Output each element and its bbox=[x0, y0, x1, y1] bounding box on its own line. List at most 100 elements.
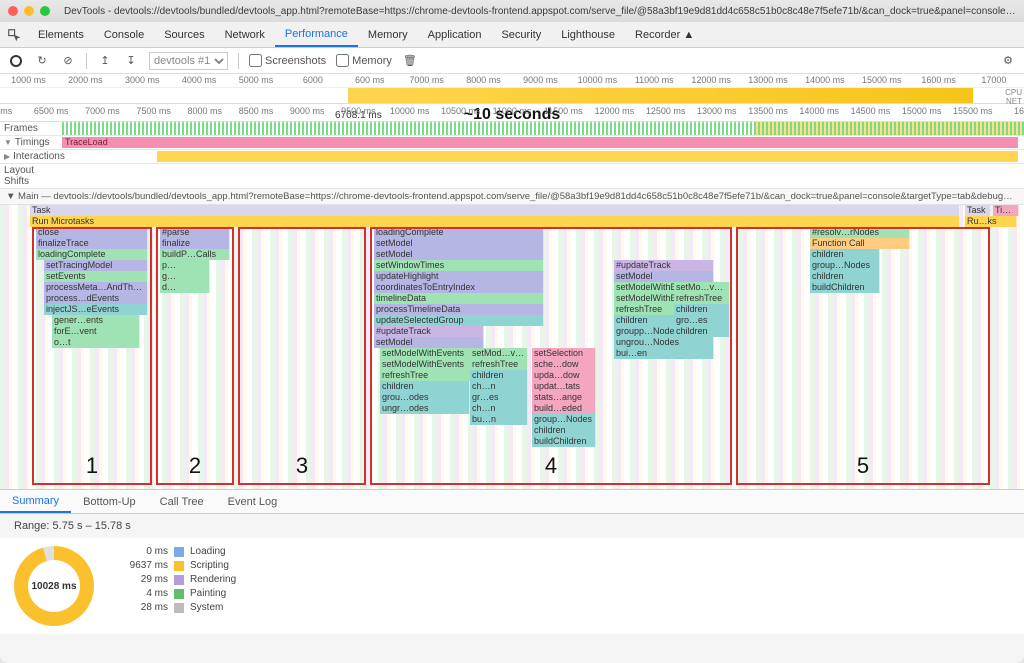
overview-strip[interactable]: 1000 ms2000 ms3000 ms4000 ms5000 ms60006… bbox=[0, 74, 1024, 104]
tab-performance[interactable]: Performance bbox=[275, 22, 358, 47]
session-select[interactable]: devtools #1 bbox=[149, 52, 228, 70]
flame-chart[interactable]: TaskTaskTi…edRun MicrotasksRu…ksclosefin… bbox=[0, 205, 1024, 490]
flame-entry[interactable]: refreshTree bbox=[674, 293, 730, 304]
flame-entry[interactable]: Run Microtasks bbox=[30, 216, 960, 227]
flame-entry[interactable]: buildChildren bbox=[532, 436, 596, 447]
flame-entry[interactable]: setModel bbox=[374, 249, 544, 260]
flame-entry[interactable]: children bbox=[380, 381, 470, 392]
download-profile-icon[interactable]: ↧ bbox=[123, 53, 139, 69]
flame-entry[interactable]: setModel bbox=[614, 271, 714, 282]
flame-entry[interactable]: group…Nodes bbox=[532, 414, 596, 425]
tab-memory[interactable]: Memory bbox=[358, 22, 418, 47]
flame-entry[interactable]: gr…es bbox=[470, 392, 528, 403]
flame-entry[interactable]: refreshTree bbox=[470, 359, 528, 370]
flame-entry[interactable]: loadingComplete bbox=[374, 227, 544, 238]
flame-entry[interactable]: ungr…odes bbox=[380, 403, 470, 414]
flame-entry[interactable]: forE…vent bbox=[52, 326, 140, 337]
flame-entry[interactable]: p… bbox=[160, 260, 210, 271]
flame-entry[interactable]: upda…dow bbox=[532, 370, 596, 381]
overview-cpu-bar[interactable]: CPU NET bbox=[0, 88, 1024, 103]
flame-entry[interactable]: group…Nodes bbox=[810, 260, 880, 271]
clear-icon[interactable]: ⊘ bbox=[60, 53, 76, 69]
detail-tab-summary[interactable]: Summary bbox=[0, 490, 71, 513]
flame-entry[interactable]: children bbox=[810, 249, 880, 260]
tab-lighthouse[interactable]: Lighthouse bbox=[551, 22, 625, 47]
flame-entry[interactable]: Ru…ks bbox=[965, 216, 1017, 227]
track-layout-shifts[interactable]: Layout Shifts bbox=[0, 164, 1024, 189]
flame-entry[interactable]: Task bbox=[30, 205, 960, 216]
tab-recorder-[interactable]: Recorder ▲ bbox=[625, 22, 704, 47]
flame-entry[interactable]: finalize bbox=[160, 238, 230, 249]
track-interactions[interactable]: ▶Interactions bbox=[0, 150, 1024, 164]
timing-traceload[interactable]: TraceLoad bbox=[62, 137, 1018, 148]
flame-entry[interactable]: processMeta…AndThreads bbox=[44, 282, 148, 293]
tab-elements[interactable]: Elements bbox=[28, 22, 94, 47]
flame-entry[interactable]: gener…ents bbox=[52, 315, 140, 326]
flame-entry[interactable]: build…eded bbox=[532, 403, 596, 414]
flame-entry[interactable]: children bbox=[810, 271, 880, 282]
flame-entry[interactable]: sche…dow bbox=[532, 359, 596, 370]
collect-garbage-icon[interactable]: 🗑 bbox=[402, 53, 418, 69]
flame-entry[interactable]: bu…n bbox=[470, 414, 528, 425]
memory-checkbox[interactable]: Memory bbox=[336, 54, 392, 67]
flame-entry[interactable]: Task bbox=[965, 205, 991, 216]
flame-entry[interactable]: children bbox=[674, 326, 730, 337]
flame-entry[interactable]: setSelection bbox=[532, 348, 596, 359]
flame-entry[interactable]: gro…es bbox=[674, 315, 730, 326]
flame-entry[interactable]: Function Call bbox=[810, 238, 910, 249]
flame-entry[interactable]: #parse bbox=[160, 227, 230, 238]
flame-entry[interactable]: grou…odes bbox=[380, 392, 470, 403]
flame-entry[interactable]: setWindowTimes bbox=[374, 260, 544, 271]
flame-entry[interactable]: ch…n bbox=[470, 403, 528, 414]
track-frames[interactable]: Frames bbox=[0, 122, 1024, 136]
flame-entry[interactable]: buildChildren bbox=[810, 282, 880, 293]
timeline-ruler[interactable]: 6708.1 ms ~10 seconds 00 ms6500 ms7000 m… bbox=[0, 104, 1024, 122]
tab-sources[interactable]: Sources bbox=[154, 22, 214, 47]
detail-tab-bottom-up[interactable]: Bottom-Up bbox=[71, 490, 148, 513]
flame-entry[interactable]: #updateTrack bbox=[614, 260, 714, 271]
flame-entry[interactable]: close bbox=[36, 227, 148, 238]
close-window-icon[interactable] bbox=[8, 6, 18, 16]
flame-entry[interactable]: setTracingModel bbox=[44, 260, 148, 271]
detail-tab-event-log[interactable]: Event Log bbox=[216, 490, 290, 513]
flame-entry[interactable]: process…dEvents bbox=[44, 293, 148, 304]
tab-network[interactable]: Network bbox=[215, 22, 275, 47]
flame-entry[interactable]: setMod…vents bbox=[470, 348, 528, 359]
interaction-bar[interactable] bbox=[157, 151, 1018, 162]
flame-entry[interactable]: setModel bbox=[374, 337, 484, 348]
flame-entry[interactable]: stats…ange bbox=[532, 392, 596, 403]
main-thread-header[interactable]: ▼ Main — devtools://devtools/bundled/dev… bbox=[0, 189, 1024, 205]
flame-entry[interactable]: ungrou…Nodes bbox=[614, 337, 714, 348]
flame-entry[interactable]: timelineData bbox=[374, 293, 544, 304]
flame-entry[interactable]: updateSelectedGroup bbox=[374, 315, 544, 326]
flame-entry[interactable]: injectJS…eEvents bbox=[44, 304, 148, 315]
flame-entry[interactable]: finalizeTrace bbox=[36, 238, 148, 249]
maximize-window-icon[interactable] bbox=[40, 6, 50, 16]
flame-entry[interactable]: children bbox=[470, 370, 528, 381]
flame-entry[interactable]: processTimelineData bbox=[374, 304, 544, 315]
track-timings[interactable]: ▼Timings TraceLoad bbox=[0, 136, 1024, 150]
flame-entry[interactable]: setModel bbox=[374, 238, 544, 249]
reload-record-icon[interactable]: ↻ bbox=[34, 53, 50, 69]
flame-entry[interactable]: loadingComplete bbox=[36, 249, 148, 260]
flame-entry[interactable]: bui…en bbox=[614, 348, 714, 359]
flame-entry[interactable]: coordinatesToEntryIndex bbox=[374, 282, 544, 293]
flame-entry[interactable]: children bbox=[532, 425, 596, 436]
flame-entry[interactable]: updateHighlight bbox=[374, 271, 544, 282]
tab-security[interactable]: Security bbox=[491, 22, 551, 47]
flame-entry[interactable]: updat…tats bbox=[532, 381, 596, 392]
flame-entry[interactable]: Ti…ed bbox=[993, 205, 1019, 216]
tab-application[interactable]: Application bbox=[418, 22, 492, 47]
flame-entry[interactable]: setEvents bbox=[44, 271, 148, 282]
inspect-element-icon[interactable] bbox=[0, 22, 28, 47]
upload-profile-icon[interactable]: ↥ bbox=[97, 53, 113, 69]
flame-entry[interactable]: o…t bbox=[52, 337, 140, 348]
flame-entry[interactable]: ch…n bbox=[470, 381, 528, 392]
flame-entry[interactable]: #resolv…rNodes bbox=[810, 227, 910, 238]
flame-entry[interactable]: g… bbox=[160, 271, 210, 282]
screenshots-checkbox[interactable]: Screenshots bbox=[249, 54, 326, 67]
detail-tab-call-tree[interactable]: Call Tree bbox=[148, 490, 216, 513]
record-button[interactable] bbox=[8, 53, 24, 69]
flame-entry[interactable]: #updateTrack bbox=[374, 326, 484, 337]
flame-entry[interactable]: buildP…Calls bbox=[160, 249, 230, 260]
